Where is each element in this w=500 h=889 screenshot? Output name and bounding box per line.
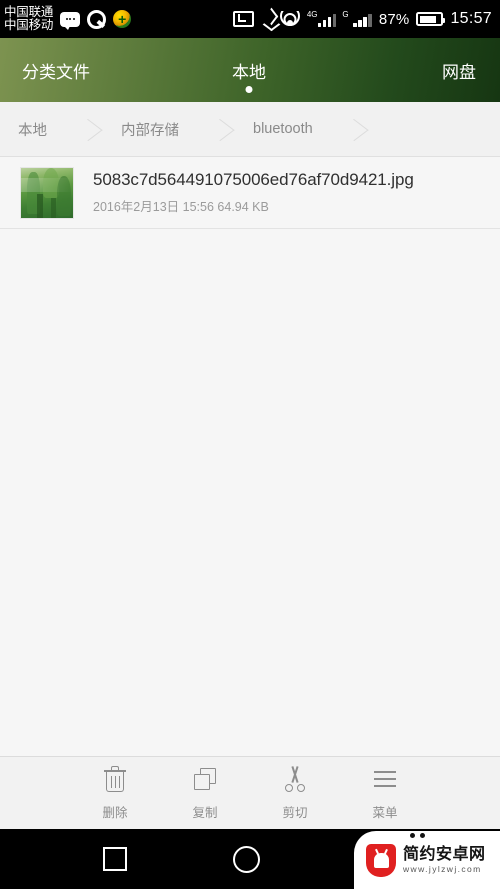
breadcrumb-item-internal-storage[interactable]: 内部存储: [103, 102, 205, 156]
breadcrumb-label-bluetooth: bluetooth: [253, 121, 313, 137]
recents-square-icon[interactable]: [103, 847, 127, 871]
file-subtitle: 2016年2月13日 15:56 64.94 KB: [93, 196, 414, 215]
carrier-labels: 中国联通 中国移动: [4, 6, 53, 32]
chevron-right-icon: [339, 102, 369, 157]
breadcrumb: 本地 内部存储 bluetooth: [0, 102, 500, 157]
trash-icon: [101, 765, 129, 793]
menu-button[interactable]: 菜单: [340, 765, 430, 821]
tab-categories-label: 分类文件: [22, 62, 90, 82]
delete-button[interactable]: 删除: [70, 765, 160, 821]
list-item[interactable]: 5083c7d564491075006ed76af70d9421.jpg 201…: [0, 157, 500, 229]
browser-globe-icon: [113, 10, 132, 28]
tab-categories[interactable]: 分类文件: [0, 38, 173, 102]
wifi-icon: [280, 11, 301, 27]
cut-label: 剪切: [282, 806, 308, 820]
message-icon: [60, 11, 81, 30]
battery-percent-label: 87%: [378, 10, 410, 28]
phone-screen: 中国联通 中国移动 4G G 87% 15:57: [0, 0, 500, 889]
tab-active-indicator-dot: [245, 86, 253, 93]
carrier-line-2: 中国移动: [4, 18, 54, 32]
battery-icon: [416, 12, 446, 26]
tab-cloud-drive[interactable]: 网盘: [325, 38, 500, 102]
qq-icon: [87, 9, 107, 29]
breadcrumb-item-bluetooth[interactable]: bluetooth: [235, 102, 339, 156]
signal-icon-sim2: G: [342, 10, 372, 27]
top-tab-bar: 分类文件 本地 网盘: [0, 38, 500, 102]
chevron-right-icon: [205, 102, 235, 157]
file-time: 15:56: [182, 200, 214, 214]
file-list: 5083c7d564491075006ed76af70d9421.jpg 201…: [0, 157, 500, 756]
signal-label-sim1: 4G: [306, 10, 318, 19]
watermark-shield-logo: [366, 843, 396, 877]
system-navigation-bar: 简约安卓网 www.jylzwj.com: [0, 829, 500, 889]
status-clock: 15:57: [450, 10, 492, 27]
breadcrumb-label-internal-storage: 内部存储: [121, 122, 179, 139]
tab-cloud-drive-label: 网盘: [441, 62, 476, 82]
watermark-text: 简约安卓网 www.jylzwj.com: [403, 845, 486, 874]
copy-icon: [191, 765, 219, 793]
watermark-url: www.jylzwj.com: [403, 863, 482, 874]
home-circle-icon[interactable]: [233, 846, 260, 873]
bluetooth-icon: [261, 10, 273, 29]
watermark-ears-decoration: [410, 833, 425, 838]
status-system-icons: 4G G 87% 15:57: [232, 10, 492, 29]
status-notification-icons: [60, 9, 132, 30]
menu-icon: [371, 765, 399, 793]
scissors-icon: [281, 765, 309, 793]
file-name: 5083c7d564491075006ed76af70d9421.jpg: [93, 170, 414, 189]
cast-icon: [232, 11, 254, 27]
signal-icon-sim1: 4G: [306, 10, 337, 27]
delete-label: 删除: [102, 806, 128, 820]
file-size: 64.94 KB: [217, 200, 269, 214]
android-robot-icon: [373, 852, 389, 868]
copy-button[interactable]: 复制: [160, 765, 250, 821]
file-thumbnail-image: [20, 166, 74, 219]
breadcrumb-item-local[interactable]: 本地: [0, 102, 73, 156]
signal-label-sim2: G: [342, 10, 349, 19]
file-info: 5083c7d564491075006ed76af70d9421.jpg 201…: [93, 170, 414, 215]
site-watermark: 简约安卓网 www.jylzwj.com: [354, 831, 500, 889]
breadcrumb-label-local: 本地: [18, 122, 47, 139]
cut-button[interactable]: 剪切: [250, 765, 340, 821]
chevron-right-icon: [73, 102, 103, 157]
file-date: 2016年2月13日: [93, 200, 180, 214]
tab-local[interactable]: 本地: [173, 38, 324, 102]
bottom-toolbar: 删除 复制 剪切 菜单: [0, 756, 500, 829]
menu-label: 菜单: [372, 806, 398, 820]
watermark-site-name: 简约安卓网: [403, 845, 486, 863]
copy-label: 复制: [192, 806, 218, 820]
tab-local-label: 本地: [231, 62, 266, 82]
status-bar: 中国联通 中国移动 4G G 87% 15:57: [0, 0, 500, 38]
